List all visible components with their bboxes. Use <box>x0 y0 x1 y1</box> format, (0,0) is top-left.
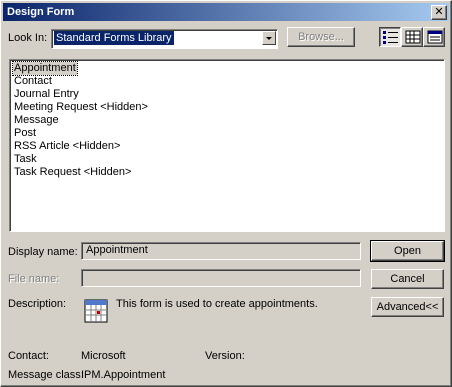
title-bar[interactable]: Design Form ✕ <box>3 3 449 21</box>
open-button[interactable]: Open <box>370 240 445 262</box>
description-text: This form is used to create appointments… <box>116 298 318 310</box>
display-name-label: Display name: <box>8 246 78 258</box>
list-view-icon <box>383 31 398 44</box>
details-view-icon <box>427 30 443 44</box>
contact-label: Contact: <box>8 350 49 362</box>
description-label: Description: <box>8 298 67 310</box>
version-label: Version: <box>205 350 245 362</box>
large-icons-view-icon <box>405 30 421 44</box>
list-item[interactable]: Journal Entry <box>13 88 80 101</box>
cancel-button[interactable]: Cancel <box>371 269 444 289</box>
list-item[interactable]: Meeting Request <Hidden> <box>13 101 149 114</box>
forms-list[interactable]: Appointment Contact Journal Entry Meetin… <box>9 59 445 232</box>
list-item[interactable]: Task Request <Hidden> <box>13 166 132 179</box>
list-item[interactable]: RSS Article <Hidden> <box>13 140 121 153</box>
file-name-label: File name: <box>8 273 60 285</box>
close-button[interactable]: ✕ <box>431 5 447 20</box>
calendar-icon <box>84 299 108 323</box>
look-in-label: Look In: <box>8 32 48 44</box>
look-in-value: Standard Forms Library <box>54 31 174 45</box>
list-item[interactable]: Task <box>13 153 38 166</box>
close-icon: ✕ <box>434 5 444 18</box>
list-item[interactable]: Post <box>13 127 37 140</box>
advanced-button[interactable]: Advanced<< <box>371 297 444 317</box>
list-item[interactable]: Message <box>13 114 60 127</box>
chevron-down-icon[interactable] <box>262 31 276 45</box>
list-item[interactable]: Contact <box>13 75 53 88</box>
browse-button[interactable]: Browse... <box>287 27 355 47</box>
contact-value: Microsoft <box>81 350 126 362</box>
large-icons-view-button[interactable] <box>401 27 423 47</box>
window-title: Design Form <box>7 6 75 18</box>
message-class-value: IPM.Appointment <box>81 369 166 381</box>
look-in-dropdown[interactable]: Standard Forms Library <box>51 29 278 49</box>
details-view-button[interactable] <box>423 27 445 47</box>
design-form-dialog: Design Form ✕ Look In: Standard Forms Li… <box>0 0 452 387</box>
file-name-field <box>81 269 361 287</box>
display-name-field: Appointment <box>81 242 361 260</box>
list-view-button[interactable] <box>379 27 401 47</box>
list-item[interactable]: Appointment <box>12 61 78 76</box>
message-class-label: Message class: <box>8 369 84 381</box>
